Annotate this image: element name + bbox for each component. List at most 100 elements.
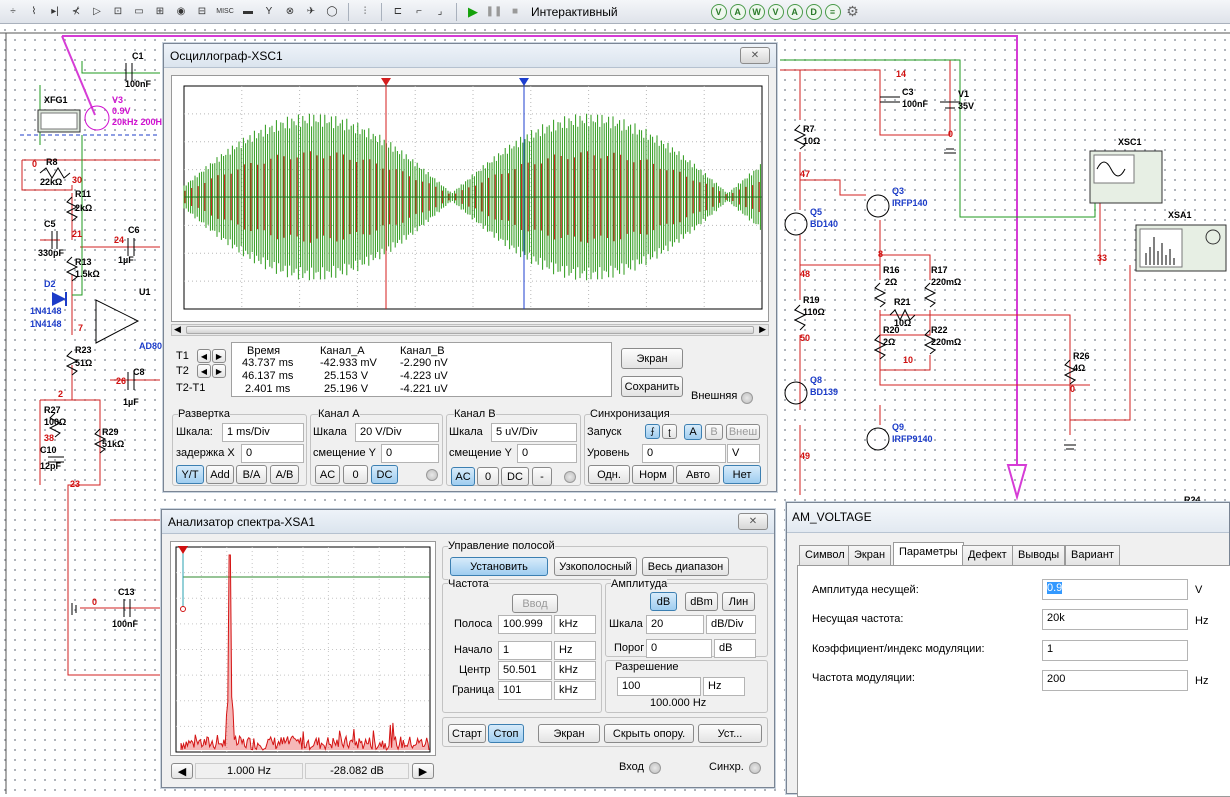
amp-scale-field[interactable]: 20 <box>646 615 704 634</box>
probe-diff-icon[interactable]: V <box>767 3 784 20</box>
probe-power-icon[interactable]: W <box>748 3 765 20</box>
channel-b-scale-field[interactable]: 5 uV/Div <box>491 423 577 442</box>
step-icon[interactable]: ⌟ <box>431 3 449 21</box>
gear-icon[interactable]: ⚙ <box>844 3 862 21</box>
ab-button[interactable]: A/B <box>270 465 299 484</box>
add-button[interactable]: Add <box>206 465 234 484</box>
channel-b-dc-button[interactable]: DC <box>501 467 529 486</box>
electromechanical-icon[interactable]: ⊗ <box>281 3 299 21</box>
channel-b-zero-button[interactable]: 0 <box>477 467 499 486</box>
simulation-mode[interactable]: Интерактивный <box>531 5 618 19</box>
settings-button[interactable]: Уст... <box>698 724 762 743</box>
power-icon[interactable]: ⊟ <box>193 3 211 21</box>
run-icon[interactable]: ▶ <box>464 3 482 21</box>
linear-button[interactable]: Лин <box>722 592 755 611</box>
close-icon[interactable]: ✕ <box>740 47 770 64</box>
scope-scrollbar[interactable]: ◀ ▶ <box>171 324 769 336</box>
channel-a-radio[interactable] <box>426 469 438 481</box>
trigger-normal-button[interactable]: Норм <box>632 465 674 484</box>
scope-display[interactable] <box>172 76 768 321</box>
advanced-icon[interactable]: ▬ <box>239 3 257 21</box>
channel-a-offset-field[interactable]: 0 <box>381 444 439 463</box>
trigger-falling-edge-icon[interactable]: ʈ <box>662 424 677 439</box>
t1-left-arrow-icon[interactable]: ◀ <box>197 349 211 363</box>
ba-button[interactable]: B/A <box>236 465 267 484</box>
oscilloscope-title-bar[interactable]: Осциллограф-XSC1 <box>164 44 776 68</box>
channel-b-ac-button[interactable]: AC <box>451 467 475 486</box>
probe-list-icon[interactable]: ≡ <box>824 3 841 20</box>
external-trigger-radio[interactable] <box>741 392 753 404</box>
trigger-source-ext-button[interactable]: Внеш <box>726 424 760 440</box>
misc-icon[interactable]: MISC <box>214 3 236 21</box>
modulation-index-field[interactable]: 1 <box>1042 640 1188 661</box>
spectrum-screen-button[interactable]: Экран <box>538 724 600 743</box>
t2-left-arrow-icon[interactable]: ◀ <box>197 364 211 378</box>
source-icon[interactable]: ÷ <box>4 3 22 21</box>
channel-a-scale-field[interactable]: 20 V/Div <box>355 423 439 442</box>
trigger-source-b-button[interactable]: B <box>705 424 723 440</box>
tab-parameters[interactable]: Параметры <box>893 542 964 566</box>
enter-button[interactable]: Ввод <box>512 594 558 613</box>
modulation-frequency-field[interactable]: 200 <box>1042 670 1188 691</box>
end-field[interactable]: 101 <box>498 681 552 700</box>
full-span-button[interactable]: Весь диапазон <box>642 557 729 576</box>
tab-display[interactable]: Экран <box>848 545 892 565</box>
channel-a-zero-button[interactable]: 0 <box>343 465 368 484</box>
probe-current-icon[interactable]: A <box>729 3 746 20</box>
mouse-icon[interactable]: ◯ <box>323 3 341 21</box>
span-field[interactable]: 100.999 <box>498 615 552 634</box>
hierarchy-icon[interactable]: ⊏ <box>389 3 407 21</box>
db-button[interactable]: dB <box>650 592 677 611</box>
tab-pins[interactable]: Выводы <box>1012 545 1066 565</box>
stop-icon[interactable]: ■ <box>506 3 524 21</box>
trigger-rising-edge-icon[interactable]: ⨍ <box>645 424 660 439</box>
wire-icon[interactable]: ⌐ <box>410 3 428 21</box>
diode-icon[interactable]: ▸| <box>46 3 64 21</box>
carrier-amplitude-field[interactable]: 0.9 <box>1042 579 1188 600</box>
tab-fault[interactable]: Дефект <box>962 545 1013 565</box>
cursor-right-arrow-icon[interactable]: ▶ <box>412 763 434 779</box>
start-button[interactable]: Старт <box>448 724 486 743</box>
yt-button[interactable]: Y/T <box>176 465 204 484</box>
threshold-field[interactable]: 0 <box>646 639 712 658</box>
trigger-none-button[interactable]: Нет <box>723 465 761 484</box>
scope-screen-button[interactable]: Экран <box>621 348 683 369</box>
t1-right-arrow-icon[interactable]: ▶ <box>212 349 226 363</box>
bus-icon[interactable]: ⫶ <box>356 3 374 21</box>
scope-save-button[interactable]: Сохранить <box>621 376 683 397</box>
rf-icon[interactable]: Y <box>260 3 278 21</box>
spectrum-title-bar[interactable]: Анализатор спектра-XSA1 <box>162 510 774 534</box>
zero-span-button[interactable]: Узкополосный <box>554 557 637 576</box>
close-icon[interactable]: ✕ <box>738 513 768 530</box>
trigger-level-field[interactable]: 0 <box>642 444 726 463</box>
transistor-icon[interactable]: ⊀ <box>67 3 85 21</box>
sweep-delay-field[interactable]: 0 <box>241 444 304 463</box>
pause-icon[interactable]: ❚❚ <box>485 3 503 21</box>
sweep-scale-field[interactable]: 1 ms/Div <box>222 423 304 442</box>
set-span-button[interactable]: Установить <box>450 557 548 576</box>
center-field[interactable]: 50.501 <box>498 661 552 680</box>
tab-variant[interactable]: Вариант <box>1065 545 1120 565</box>
t2-right-arrow-icon[interactable]: ▶ <box>212 364 226 378</box>
channel-a-dc-button[interactable]: DC <box>371 465 398 484</box>
analog-icon[interactable]: ▷ <box>88 3 106 21</box>
mcu-icon[interactable]: ⊞ <box>151 3 169 21</box>
probe-ref-icon[interactable]: A <box>786 3 803 20</box>
ladder-icon[interactable]: ✈ <box>302 3 320 21</box>
hide-reference-button[interactable]: Скрыть опору. <box>604 724 694 743</box>
channel-a-ac-button[interactable]: AC <box>315 465 340 484</box>
resistor-icon[interactable]: ⌇ <box>25 3 43 21</box>
channel-b-offset-field[interactable]: 0 <box>517 444 577 463</box>
tab-symbol[interactable]: Символ <box>799 545 851 565</box>
stop-button[interactable]: Стоп <box>488 724 524 743</box>
carrier-frequency-field[interactable]: 20k <box>1042 609 1188 630</box>
spectrum-display[interactable] <box>171 542 435 755</box>
trigger-source-a-button[interactable]: A <box>684 424 702 440</box>
dbm-button[interactable]: dBm <box>685 592 718 611</box>
cursor-left-arrow-icon[interactable]: ◀ <box>171 763 193 779</box>
ttl-icon[interactable]: ⊡ <box>109 3 127 21</box>
trigger-single-button[interactable]: Одн. <box>588 465 630 484</box>
resolution-field[interactable]: 100 <box>617 677 701 696</box>
sync-radio[interactable] <box>749 762 761 774</box>
channel-b-radio[interactable] <box>564 471 576 483</box>
